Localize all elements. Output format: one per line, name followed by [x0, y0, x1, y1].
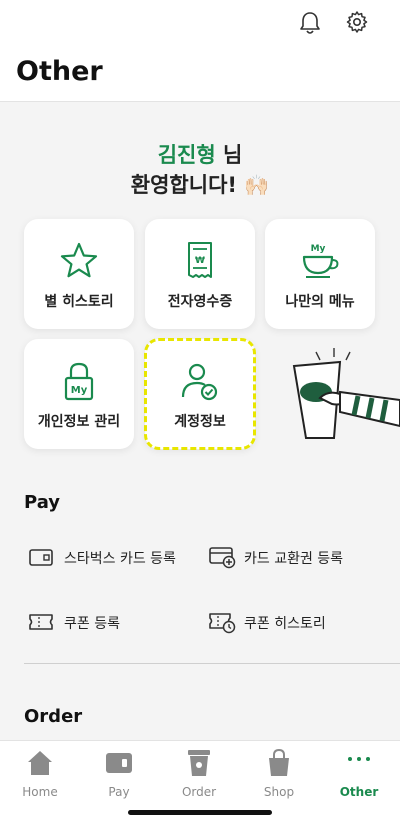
- tab-other[interactable]: Other: [319, 749, 399, 799]
- tab-order[interactable]: Order: [159, 749, 239, 799]
- clapping-hands-icon: 🙌🏻: [244, 173, 270, 197]
- tile-label: 개인정보 관리: [37, 414, 121, 430]
- tab-label: Pay: [108, 785, 130, 799]
- account-info-tile[interactable]: 계정정보: [144, 338, 256, 450]
- order-section-title: Order: [24, 706, 83, 727]
- bell-icon[interactable]: [298, 10, 322, 36]
- tab-label: Shop: [263, 785, 295, 799]
- tab-label: Other: [339, 785, 379, 799]
- more-icon: [348, 757, 370, 761]
- pay-section-title: Pay: [24, 492, 61, 513]
- pay-item-label: 카드 교환권 등록: [244, 551, 344, 567]
- tile-label: 계정정보: [174, 414, 226, 430]
- cup-icon: My: [302, 244, 339, 278]
- pay-item-label: 쿠폰 등록: [64, 616, 120, 632]
- shopping-bag-icon: [269, 749, 289, 776]
- receipt-icon: ₩: [188, 242, 212, 278]
- section-divider: [24, 663, 400, 664]
- coupon-icon: [29, 614, 53, 630]
- welcome-text: 환영합니다!: [130, 173, 237, 197]
- svg-text:My: My: [71, 385, 88, 396]
- star-history-tile[interactable]: 별 히스토리: [24, 219, 134, 329]
- coffee-cup-icon: [188, 750, 210, 776]
- user-name: 김진형: [157, 143, 216, 167]
- tab-shop[interactable]: Shop: [239, 749, 319, 799]
- e-receipt-tile[interactable]: ₩ 전자영수증: [145, 219, 255, 329]
- honorific: 님: [215, 143, 243, 167]
- tab-label: Home: [22, 785, 58, 799]
- tab-home[interactable]: Home: [0, 749, 80, 799]
- my-menu-tile[interactable]: My 나만의 메뉴: [265, 219, 375, 329]
- tab-pay[interactable]: Pay: [79, 749, 159, 799]
- privacy-management-tile[interactable]: My 개인정보 관리: [24, 339, 134, 449]
- tile-label: 전자영수증: [167, 294, 233, 310]
- page-title: Other: [16, 56, 103, 87]
- card-add-icon: [209, 547, 236, 569]
- star-icon: [60, 242, 98, 278]
- wallet-icon: [106, 753, 132, 773]
- home-indicator[interactable]: [128, 810, 272, 815]
- pay-item-label: 스타벅스 카드 등록: [64, 551, 176, 567]
- cup-holding-hand-illustration: [292, 348, 400, 439]
- card-icon: [29, 549, 53, 566]
- account-icon: [181, 363, 218, 401]
- header: Other: [0, 0, 400, 102]
- home-icon: [28, 751, 52, 775]
- lock-icon: My: [64, 362, 94, 401]
- coupon-history-icon: [209, 613, 236, 634]
- gear-icon[interactable]: [345, 10, 369, 34]
- welcome-message: 김진형 님 환영합니다! 🙌🏻: [0, 140, 400, 200]
- pay-item-label: 쿠폰 히스토리: [244, 616, 326, 632]
- tile-label: 별 히스토리: [44, 294, 114, 310]
- tile-label: 나만의 메뉴: [285, 294, 355, 310]
- svg-text:My: My: [311, 244, 326, 254]
- svg-text:₩: ₩: [195, 256, 205, 266]
- tab-label: Order: [181, 785, 217, 799]
